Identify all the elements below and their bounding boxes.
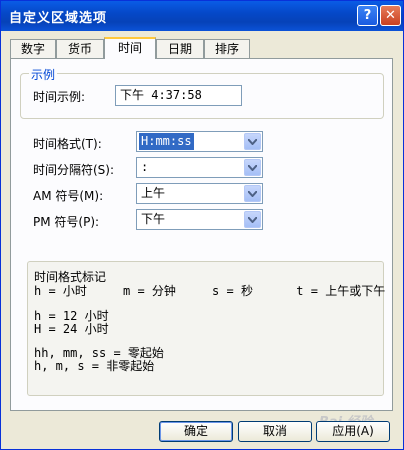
notes-line: H = 24 小时 bbox=[34, 322, 109, 336]
time-format-select[interactable]: H:mm:ss bbox=[136, 131, 263, 152]
dropdown-button[interactable] bbox=[244, 211, 261, 228]
close-button[interactable]: ✕ bbox=[380, 5, 401, 26]
tab-time[interactable]: 时间 bbox=[104, 37, 156, 59]
time-separator-label: 时间分隔符(S): bbox=[33, 163, 115, 177]
chevron-down-icon bbox=[248, 139, 257, 145]
cancel-button[interactable]: 取消 bbox=[238, 421, 312, 442]
sample-label: 时间示例: bbox=[33, 90, 86, 104]
am-symbol-select[interactable]: 上午 bbox=[136, 183, 263, 204]
chevron-down-icon bbox=[248, 217, 257, 223]
time-format-label: 时间格式(T): bbox=[33, 137, 102, 151]
title-bar[interactable]: 自定义区域选项 ? ✕ bbox=[1, 1, 403, 31]
am-symbol-value[interactable]: 上午 bbox=[139, 185, 167, 202]
tab-number[interactable]: 数字 bbox=[10, 39, 56, 58]
pm-symbol-value[interactable]: 下午 bbox=[139, 211, 167, 228]
question-icon: ? bbox=[363, 8, 372, 23]
time-format-value[interactable]: H:mm:ss bbox=[139, 133, 194, 150]
dropdown-button[interactable] bbox=[244, 185, 261, 202]
chevron-down-icon bbox=[248, 165, 257, 171]
help-button[interactable]: ? bbox=[357, 5, 378, 26]
chevron-down-icon bbox=[248, 191, 257, 197]
dropdown-button[interactable] bbox=[244, 159, 261, 176]
notes-line: h = 小时 m = 分钟 s = 秒 t = 上午或下午 bbox=[34, 284, 386, 298]
tab-currency[interactable]: 货币 bbox=[56, 39, 104, 58]
am-symbol-label: AM 符号(M): bbox=[33, 189, 104, 203]
ok-button[interactable]: 确定 bbox=[159, 421, 233, 442]
window-title: 自定义区域选项 bbox=[9, 11, 108, 26]
time-sample-field: 下午 4:37:58 bbox=[115, 85, 242, 106]
notes-line: h, m, s = 非零起始 bbox=[34, 359, 155, 373]
time-separator-value[interactable]: : bbox=[139, 159, 150, 176]
sample-group-label: 示例 bbox=[29, 66, 58, 83]
tab-sort[interactable]: 排序 bbox=[204, 39, 250, 58]
apply-button[interactable]: 应用(A) bbox=[316, 421, 390, 442]
pm-symbol-select[interactable]: 下午 bbox=[136, 209, 263, 230]
dropdown-button[interactable] bbox=[244, 133, 261, 150]
pm-symbol-label: PM 符号(P): bbox=[33, 215, 100, 229]
close-icon: ✕ bbox=[385, 8, 396, 23]
dialog-window: 自定义区域选项 ? ✕ 数字 货币 时间 日期 排序 示例 时间示例: 下午 4… bbox=[0, 0, 404, 450]
tab-date[interactable]: 日期 bbox=[156, 39, 204, 58]
time-separator-select[interactable]: : bbox=[136, 157, 263, 178]
